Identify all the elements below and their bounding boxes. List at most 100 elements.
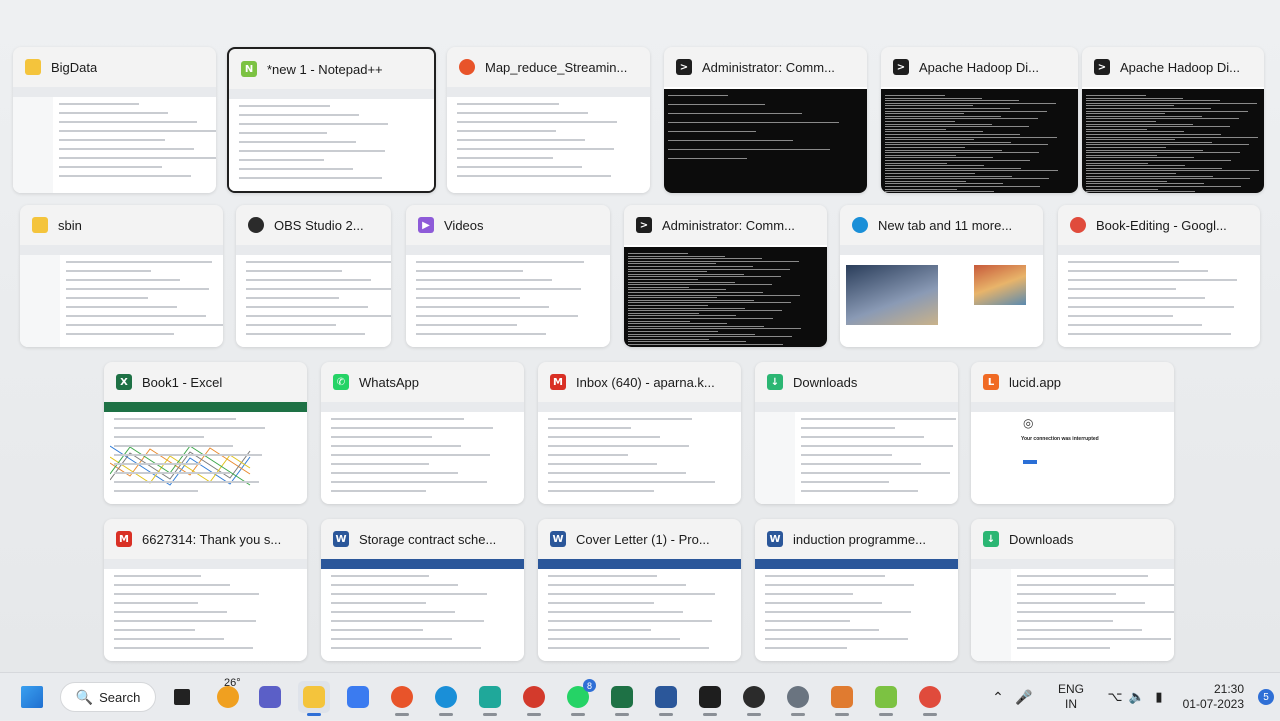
content-line-preview	[548, 584, 686, 586]
content-line-preview	[114, 436, 204, 438]
content-line-preview	[1068, 315, 1173, 317]
lucid-l-taskbar-button[interactable]	[474, 681, 506, 713]
window-thumbnail[interactable]: Book-Editing - Googl...	[1058, 205, 1260, 347]
cmd-icon: >	[893, 59, 909, 75]
word-taskbar-button[interactable]	[650, 681, 682, 713]
window-thumbnail[interactable]: ▶Videos	[406, 205, 610, 347]
show-hidden-icons-chevron-icon[interactable]: ⌃	[986, 689, 1010, 706]
firefox-taskbar-button[interactable]	[386, 681, 418, 713]
window-thumbnail[interactable]: MInbox (640) - aparna.k...	[538, 362, 741, 504]
explorer-sidebar-preview	[20, 255, 60, 347]
window-thumbnail[interactable]: N*new 1 - Notepad++	[227, 47, 436, 193]
running-indicator	[615, 713, 629, 716]
wifi-icon[interactable]: ⌥	[1104, 689, 1126, 705]
console-text-line	[1086, 124, 1193, 125]
console-text-line	[1086, 137, 1258, 138]
notepadpp-taskbar-button[interactable]	[870, 681, 902, 713]
weather-temp-label: 26°	[224, 677, 241, 689]
content-line-preview	[331, 454, 490, 456]
content-line-preview	[246, 324, 336, 326]
window-thumbnail[interactable]: Llucid.appYour connection was interrupte…	[971, 362, 1174, 504]
teams-meet-taskbar-button[interactable]	[254, 681, 286, 713]
content-line-preview	[66, 315, 206, 317]
edge-taskbar-button[interactable]	[430, 681, 462, 713]
window-preview	[538, 559, 741, 661]
window-thumbnail[interactable]: Map_reduce_Streamin...	[447, 47, 650, 193]
window-thumbnail[interactable]: ↓Downloads	[755, 362, 958, 504]
window-thumbnail[interactable]: BigData	[13, 47, 216, 193]
running-indicator	[483, 713, 497, 716]
window-thumbnail-header: WCover Letter (1) - Pro...	[538, 519, 741, 559]
console-text-line	[1086, 152, 1240, 153]
content-line-preview	[331, 647, 481, 649]
window-thumbnail[interactable]: OBS Studio 2...	[236, 205, 391, 347]
chrome-icon	[919, 686, 941, 708]
console-text-line	[885, 129, 946, 130]
content-line-preview	[548, 472, 686, 474]
window-thumbnail[interactable]: >Administrator: Comm...	[624, 205, 827, 347]
folder-icon	[25, 59, 41, 75]
content-line-preview	[246, 288, 391, 290]
console-text-line	[1086, 108, 1211, 109]
search-box[interactable]: 🔍 Search	[60, 682, 156, 712]
window-thumbnail[interactable]: WStorage contract sche...	[321, 519, 524, 661]
battery-icon[interactable]: ▮	[1148, 689, 1170, 705]
console-text-line	[628, 282, 735, 283]
clock[interactable]: 21:30 01-07-2023	[1174, 682, 1244, 712]
start-button-taskbar-button[interactable]	[16, 681, 48, 713]
window-thumbnail-header: ▶Videos	[406, 205, 610, 245]
content-line-preview	[59, 139, 165, 141]
window-thumbnail[interactable]: >Apache Hadoop Di...	[881, 47, 1078, 193]
console-text-line	[1086, 178, 1250, 179]
microphone-icon[interactable]: 🎤	[1010, 689, 1038, 706]
language-indicator[interactable]: ENG IN	[1046, 682, 1096, 712]
window-thumbnail-header: >Administrator: Comm...	[664, 47, 867, 87]
loading-app-taskbar-button[interactable]	[826, 681, 858, 713]
content-line-preview	[1068, 270, 1208, 272]
content-line-preview	[801, 427, 895, 429]
file-explorer-taskbar-button[interactable]	[298, 681, 330, 713]
obs-icon	[248, 217, 264, 233]
console-text-line	[1086, 118, 1239, 119]
refresh-button-preview	[1023, 460, 1037, 464]
window-title: sbin	[58, 218, 82, 233]
task-view-taskbar-button[interactable]	[166, 681, 198, 713]
console-text-line	[1086, 165, 1185, 166]
excel-taskbar-button[interactable]	[606, 681, 638, 713]
window-thumbnail[interactable]: M6627314: Thank you s...	[104, 519, 307, 661]
console-text-line	[885, 163, 947, 164]
app-toolbar-preview	[1058, 245, 1260, 255]
window-thumbnail[interactable]: sbin	[20, 205, 223, 347]
obs-taskbar-button[interactable]	[738, 681, 770, 713]
console-text-line	[628, 258, 762, 259]
terminal-taskbar-button[interactable]	[694, 681, 726, 713]
chrome-taskbar-button[interactable]	[914, 681, 946, 713]
console-text-line	[628, 334, 755, 335]
language-code: ENG	[1046, 682, 1096, 697]
volume-icon[interactable]: 🔈	[1126, 689, 1148, 705]
console-text-line	[628, 305, 708, 306]
window-thumbnail[interactable]: WCover Letter (1) - Pro...	[538, 519, 741, 661]
console-text-line	[885, 183, 1003, 184]
content-line-preview	[239, 150, 385, 152]
content-line-preview	[114, 445, 233, 447]
notification-count-badge[interactable]: 5	[1258, 689, 1274, 705]
settings-taskbar-button[interactable]	[782, 681, 814, 713]
content-line-preview	[548, 647, 709, 649]
edge-icon	[852, 217, 868, 233]
window-thumbnail[interactable]: Winduction programme...	[755, 519, 958, 661]
window-thumbnail[interactable]: >Apache Hadoop Di...	[1082, 47, 1264, 193]
running-indicator	[307, 713, 321, 716]
window-thumbnail[interactable]: ✆WhatsApp	[321, 362, 524, 504]
window-thumbnail[interactable]: >Administrator: Comm...	[664, 47, 867, 193]
console-text-line	[1086, 186, 1241, 187]
content-line-preview	[765, 575, 885, 577]
window-thumbnail[interactable]: ↓Downloads	[971, 519, 1174, 661]
arc-app-taskbar-button[interactable]	[342, 681, 374, 713]
content-line-preview	[457, 103, 559, 105]
screen-recorder-taskbar-button[interactable]	[518, 681, 550, 713]
running-indicator	[395, 713, 409, 716]
content-line-preview	[548, 620, 712, 622]
window-thumbnail[interactable]: New tab and 11 more...	[840, 205, 1043, 347]
window-thumbnail[interactable]: XBook1 - Excel	[104, 362, 307, 504]
